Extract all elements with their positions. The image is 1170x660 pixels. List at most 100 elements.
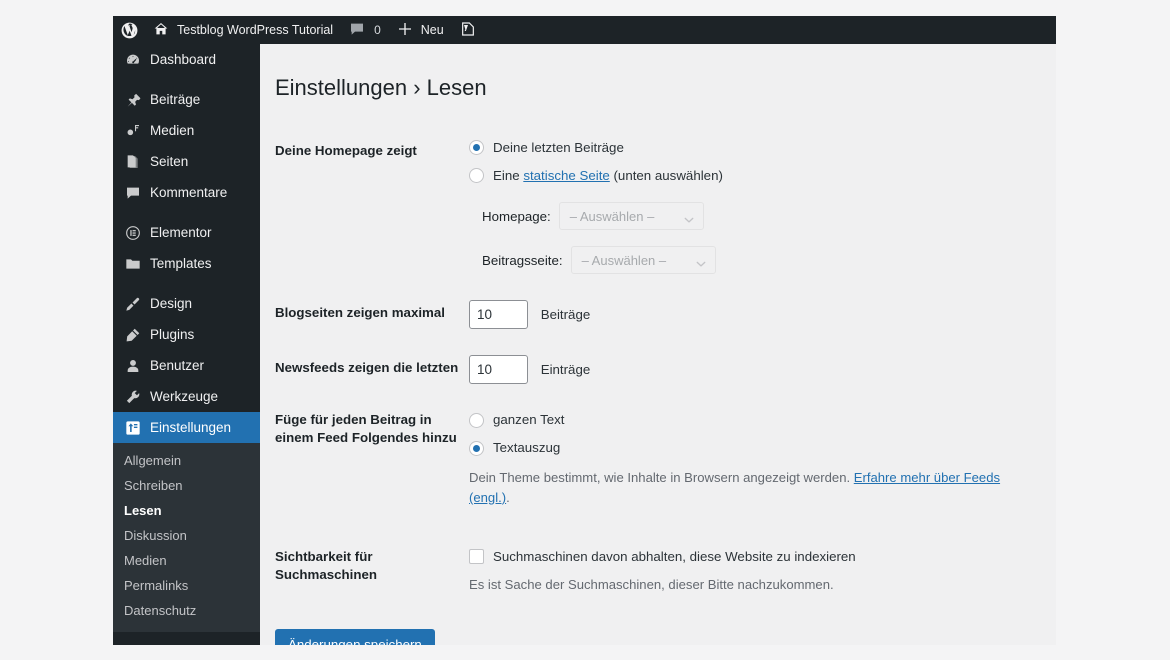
admin-bar-yoast-seo[interactable] [452,16,486,44]
homepage-select[interactable]: – Auswählen – [559,202,704,230]
wordpress-icon [120,21,138,39]
radio-full-text-control[interactable] [469,413,484,428]
posts-per-page-unit: Beiträge [541,307,591,322]
wrench-icon [124,388,141,405]
radio-static-page-control[interactable] [469,168,484,183]
posts-per-rss-input[interactable] [469,355,528,384]
sidebar-item-label: Design [150,297,192,311]
radio-full-text-label: ganzen Text [493,410,564,430]
admin-bar-site-name[interactable]: Testblog WordPress Tutorial [145,16,341,44]
admin-bar-new-label: Neu [421,24,444,37]
comment-bubble-icon [349,21,367,39]
homepage-select-row: Homepage: – Auswählen – [482,202,1035,230]
posts-page-select-value: – Auswählen – [582,251,667,271]
posts-per-page-input[interactable] [469,300,528,329]
radio-excerpt[interactable]: Textauszug [469,438,1035,458]
sidebar-item-kommentare[interactable]: Kommentare [113,177,260,208]
elementor-icon [124,224,141,241]
wordpress-admin-window: Testblog WordPress Tutorial 0 Neu [113,16,1056,645]
submenu-item-datenschutz[interactable]: Datenschutz [113,598,260,623]
radio-excerpt-control[interactable] [469,441,484,456]
sidebar-item-benutzer[interactable]: Benutzer [113,350,260,381]
form-field-feed-content: ganzen Text Textauszug Dein Theme bestim… [469,397,1045,533]
submenu-item-medien[interactable]: Medien [113,548,260,573]
submenu-item-lesen[interactable]: Lesen [113,498,260,523]
sidebar-separator [113,279,260,288]
sidebar-item-einstellungen[interactable]: Einstellungen [113,412,260,443]
form-field-posts-per-page: Beiträge [469,287,1045,342]
posts-page-select[interactable]: – Auswählen – [571,246,716,274]
sidebar-item-seiten[interactable]: Seiten [113,146,260,177]
sidebar-item-beitraege[interactable]: Beiträge [113,84,260,115]
sidebar-item-design[interactable]: Design [113,288,260,319]
sidebar-item-label: Elementor [150,226,212,240]
form-row-search-visibility: Sichtbarkeit für Suchmaschinen Suchmasch… [275,534,1045,621]
page-title: Einstellungen › Lesen [260,44,1056,103]
radio-latest-posts[interactable]: Deine letzten Beiträge [469,138,1035,158]
save-changes-button[interactable]: Änderungen speichern [275,629,435,645]
admin-bar-new-content[interactable]: Neu [389,16,452,44]
admin-bar-wordpress-logo[interactable] [113,16,145,44]
sidebar-item-label: Seiten [150,155,188,169]
sidebar-item-medien[interactable]: Medien [113,115,260,146]
radio-latest-posts-label: Deine letzten Beiträge [493,138,624,158]
homepage-select-value: – Auswählen – [570,207,655,227]
chevron-down-icon [696,255,706,265]
chevron-down-icon [684,211,694,221]
posts-per-rss-unit: Einträge [541,362,591,377]
sidebar-item-templates[interactable]: Templates [113,248,260,279]
sidebar-item-label: Plugins [150,328,194,342]
sidebar-item-label: Benutzer [150,359,204,373]
plus-icon [397,21,415,39]
comment-bubble-icon [124,184,141,201]
posts-page-select-row: Beitragsseite: – Auswählen – [482,246,1035,274]
radio-static-page-label: Eine statische Seite (unten auswählen) [493,166,723,186]
search-visibility-description: Es ist Sache der Suchmaschinen, dieser B… [469,575,1035,595]
checkbox-discourage-search-engines[interactable]: Suchmaschinen davon abhalten, diese Webs… [469,547,1035,567]
feed-content-description: Dein Theme bestimmt, wie Inhalte in Brow… [469,468,1035,507]
sidebar-item-plugins[interactable]: Plugins [113,319,260,350]
plug-icon [124,326,141,343]
sidebar-item-werkzeuge[interactable]: Werkzeuge [113,381,260,412]
form-field-homepage-displays: Deine letzten Beiträge Eine statische Se… [469,125,1045,288]
radio-static-page[interactable]: Eine statische Seite (unten auswählen) [469,166,1035,186]
dashboard-icon [124,51,141,68]
static-page-suffix: (unten auswählen) [610,168,723,183]
form-label-feed-content: Füge für jeden Beitrag in einem Feed Fol… [275,397,469,533]
pin-icon [124,91,141,108]
sidebar-separator [113,75,260,84]
submenu-item-permalinks[interactable]: Permalinks [113,573,260,598]
checkbox-discourage-label: Suchmaschinen davon abhalten, diese Webs… [493,547,856,567]
sidebar-item-label: Werkzeuge [150,390,218,404]
form-label-posts-per-page: Blogseiten zeigen maximal [275,287,469,342]
settings-sliders-icon [124,419,141,436]
sidebar-item-label: Templates [150,257,212,271]
form-row-posts-per-page: Blogseiten zeigen maximal Beiträge [275,287,1045,342]
static-page-link[interactable]: statische Seite [523,168,609,183]
media-icon [124,122,141,139]
form-label-homepage-displays: Deine Homepage zeigt [275,125,469,288]
submenu-item-allgemein[interactable]: Allgemein [113,448,260,473]
screenshot-viewport: Testblog WordPress Tutorial 0 Neu [0,0,1170,660]
static-page-prefix: Eine [493,168,523,183]
form-field-posts-per-rss: Einträge [469,342,1045,397]
submenu-item-schreiben[interactable]: Schreiben [113,473,260,498]
checkbox-discourage-control[interactable] [469,549,484,564]
feed-description-text: Dein Theme bestimmt, wie Inhalte in Brow… [469,470,854,485]
home-icon [153,21,171,39]
sidebar-separator [113,208,260,217]
folder-icon [124,255,141,272]
homepage-select-label: Homepage: [482,207,551,227]
admin-bar-comments-count: 0 [374,23,381,37]
sidebar-item-dashboard[interactable]: Dashboard [113,44,260,75]
radio-latest-posts-control[interactable] [469,140,484,155]
sidebar-item-label: Kommentare [150,186,227,200]
sidebar-item-elementor[interactable]: Elementor [113,217,260,248]
settings-reading-content: Einstellungen › Lesen Deine Homepage zei… [260,44,1056,645]
posts-page-select-label: Beitragsseite: [482,251,563,271]
radio-full-text[interactable]: ganzen Text [469,410,1035,430]
sidebar-item-label: Einstellungen [150,421,231,435]
admin-bar-comments[interactable]: 0 [341,16,389,44]
form-field-search-visibility: Suchmaschinen davon abhalten, diese Webs… [469,534,1045,621]
submenu-item-diskussion[interactable]: Diskussion [113,523,260,548]
